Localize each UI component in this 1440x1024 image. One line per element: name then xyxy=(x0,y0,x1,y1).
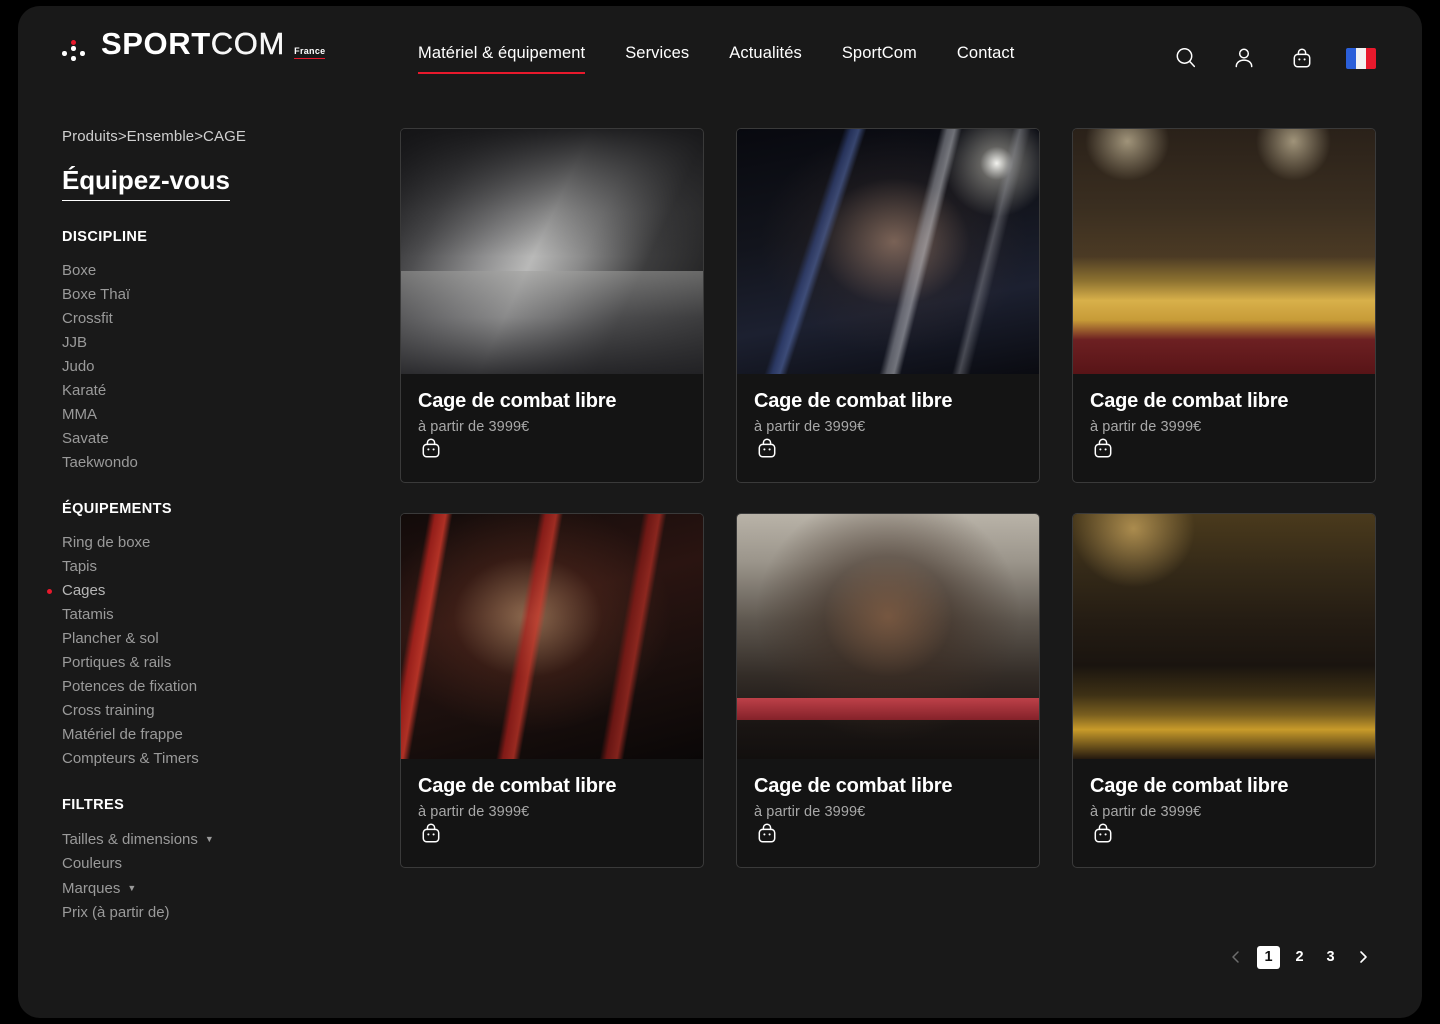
sidebar-item-cross-training[interactable]: Cross training xyxy=(62,699,362,723)
nav-item-services[interactable]: Services xyxy=(625,44,689,72)
sidebar-item-crossfit[interactable]: Crossfit xyxy=(62,307,362,331)
app-window: SPORTCOM France Matériel & équipement Se… xyxy=(18,6,1422,1018)
nav-item-actualites[interactable]: Actualités xyxy=(729,44,802,72)
product-price: à partir de 3999€ xyxy=(418,804,530,820)
product-card-body: Cage de combat libre à partir de 3999€ xyxy=(737,759,1039,867)
sidebar-item-tatamis[interactable]: Tatamis xyxy=(62,603,362,627)
discipline-list: Boxe Boxe Thaï Crossfit JJB Judo Karaté … xyxy=(62,259,362,475)
product-card[interactable]: Cage de combat libre à partir de 3999€ xyxy=(1072,513,1376,868)
section-head-discipline: DISCIPLINE xyxy=(62,229,148,245)
sidebar-item-savate[interactable]: Savate xyxy=(62,427,362,451)
product-image xyxy=(1073,514,1375,759)
chevron-down-icon[interactable]: ▼ xyxy=(205,827,214,851)
user-icon[interactable] xyxy=(1230,44,1258,72)
nav-item-materiel[interactable]: Matériel & équipement xyxy=(418,44,586,74)
sidebar-item-couleurs[interactable]: Couleurs xyxy=(62,852,362,876)
add-to-cart-bag-icon[interactable] xyxy=(1090,820,1116,846)
filter-label-marques: Marques xyxy=(62,880,121,897)
pagination-prev-icon[interactable] xyxy=(1223,944,1249,970)
add-to-cart-bag-icon[interactable] xyxy=(754,820,780,846)
main-nav: Matériel & équipement Services Actualité… xyxy=(418,44,1014,74)
product-title: Cage de combat libre xyxy=(1090,390,1289,412)
add-to-cart-bag-icon[interactable] xyxy=(418,435,444,461)
filtres-list: Tailles & dimensions ▼ Couleurs Marques ▼ … xyxy=(62,827,362,925)
sidebar-item-tailles-dimensions[interactable]: Tailles & dimensions ▼ xyxy=(62,827,362,852)
section-head-equipements: ÉQUIPEMENTS xyxy=(62,501,172,517)
product-price: à partir de 3999€ xyxy=(418,419,530,435)
sidebar-item-jjb[interactable]: JJB xyxy=(62,331,362,355)
filter-label-tailles: Tailles & dimensions xyxy=(62,831,198,848)
pagination-next-icon[interactable] xyxy=(1350,944,1376,970)
add-to-cart-bag-icon[interactable] xyxy=(754,435,780,461)
product-image xyxy=(401,129,703,374)
fr-flag-icon[interactable] xyxy=(1346,47,1376,69)
product-card-body: Cage de combat libre à partir de 3999€ xyxy=(1073,374,1375,482)
product-title: Cage de combat libre xyxy=(1090,775,1289,797)
logo-dots-icon xyxy=(62,40,92,70)
breadcrumb[interactable]: Produits>Ensemble>CAGE xyxy=(62,128,362,145)
brand-name-thin: COM xyxy=(210,26,285,61)
equipements-list: Ring de boxe Tapis Cages Tatamis Planche… xyxy=(47,531,362,771)
pagination-page-3[interactable]: 3 xyxy=(1319,946,1342,969)
product-title: Cage de combat libre xyxy=(418,775,617,797)
pagination: 1 2 3 xyxy=(1223,944,1376,970)
product-price: à partir de 3999€ xyxy=(1090,804,1202,820)
site-header: SPORTCOM France Matériel & équipement Se… xyxy=(18,6,1422,110)
product-card[interactable]: Cage de combat libre à partir de 3999€ xyxy=(736,128,1040,483)
brand-logo[interactable]: SPORTCOM France xyxy=(62,28,327,80)
header-actions xyxy=(1172,44,1376,72)
add-to-cart-bag-icon[interactable] xyxy=(1090,435,1116,461)
product-image xyxy=(737,514,1039,759)
sidebar-item-cages[interactable]: Cages xyxy=(47,579,362,603)
product-card-body: Cage de combat libre à partir de 3999€ xyxy=(737,374,1039,482)
sidebar-item-boxe[interactable]: Boxe xyxy=(62,259,362,283)
add-to-cart-bag-icon[interactable] xyxy=(418,820,444,846)
sidebar-item-materiel-frappe[interactable]: Matériel de frappe xyxy=(62,723,362,747)
chevron-down-icon[interactable]: ▼ xyxy=(127,876,136,900)
product-title: Cage de combat libre xyxy=(754,390,953,412)
shopping-bag-icon[interactable] xyxy=(1288,44,1316,72)
product-card-body: Cage de combat libre à partir de 3999€ xyxy=(401,374,703,482)
product-card-body: Cage de combat libre à partir de 3999€ xyxy=(401,759,703,867)
sidebar-item-taekwondo[interactable]: Taekwondo xyxy=(62,451,362,475)
product-card[interactable]: Cage de combat libre à partir de 3999€ xyxy=(400,128,704,483)
sidebar-item-plancher-sol[interactable]: Plancher & sol xyxy=(62,627,362,651)
sidebar-item-mma[interactable]: MMA xyxy=(62,403,362,427)
section-head-filtres: FILTRES xyxy=(62,797,125,813)
brand-subtitle: France xyxy=(294,47,326,59)
sidebar-item-prix[interactable]: Prix (à partir de) xyxy=(62,901,362,925)
sidebar: Produits>Ensemble>CAGE Équipez-vous DISC… xyxy=(47,128,362,951)
sidebar-item-karate[interactable]: Karaté xyxy=(62,379,362,403)
sidebar-item-marques[interactable]: Marques ▼ xyxy=(62,876,362,901)
product-title: Cage de combat libre xyxy=(754,775,953,797)
product-price: à partir de 3999€ xyxy=(754,804,866,820)
product-title: Cage de combat libre xyxy=(418,390,617,412)
product-card[interactable]: Cage de combat libre à partir de 3999€ xyxy=(1072,128,1376,483)
product-image xyxy=(401,514,703,759)
sidebar-item-compteurs-timers[interactable]: Compteurs & Timers xyxy=(62,747,362,771)
product-price: à partir de 3999€ xyxy=(754,419,866,435)
sidebar-item-potences-fixation[interactable]: Potences de fixation xyxy=(62,675,362,699)
brand-wordmark: SPORTCOM France xyxy=(101,28,327,59)
nav-item-contact[interactable]: Contact xyxy=(957,44,1015,72)
sidebar-item-tapis[interactable]: Tapis xyxy=(62,555,362,579)
brand-subtitle-wrap: France xyxy=(294,41,327,59)
sidebar-item-boxe-thai[interactable]: Boxe Thaï xyxy=(62,283,362,307)
search-icon[interactable] xyxy=(1172,44,1200,72)
pagination-page-1[interactable]: 1 xyxy=(1257,945,1280,969)
nav-item-sportcom[interactable]: SportCom xyxy=(842,44,917,72)
product-price: à partir de 3999€ xyxy=(1090,419,1202,435)
sidebar-item-portiques-rails[interactable]: Portiques & rails xyxy=(62,651,362,675)
product-grid: Cage de combat libre à partir de 3999€ C… xyxy=(400,128,1380,868)
product-card[interactable]: Cage de combat libre à partir de 3999€ xyxy=(736,513,1040,868)
page-title: Équipez-vous xyxy=(62,165,230,201)
product-image xyxy=(737,129,1039,374)
sidebar-item-judo[interactable]: Judo xyxy=(62,355,362,379)
pagination-page-2[interactable]: 2 xyxy=(1288,946,1311,969)
product-card[interactable]: Cage de combat libre à partir de 3999€ xyxy=(400,513,704,868)
product-image xyxy=(1073,129,1375,374)
sidebar-item-ring-de-boxe[interactable]: Ring de boxe xyxy=(62,531,362,555)
brand-name-bold: SPORT xyxy=(101,26,211,61)
product-card-body: Cage de combat libre à partir de 3999€ xyxy=(1073,759,1375,867)
